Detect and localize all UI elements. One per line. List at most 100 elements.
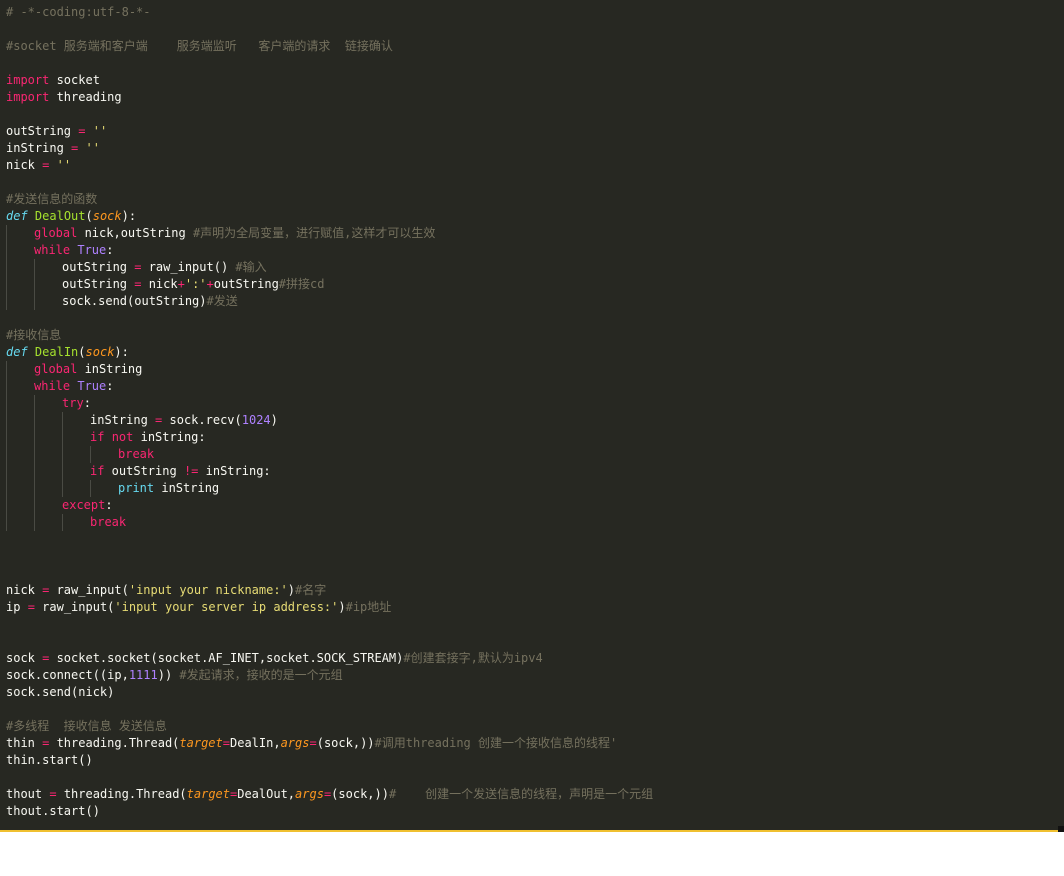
code-token-plain: sock.send(outString) bbox=[62, 294, 207, 308]
code-token-param: target bbox=[186, 787, 230, 801]
code-token-keyword: not bbox=[111, 430, 134, 444]
code-token-plain: nick,outString bbox=[77, 226, 193, 240]
code-token-fname: DealIn bbox=[34, 345, 79, 359]
code-line-content: break bbox=[118, 446, 154, 463]
code-line-content: nick = raw_input('input your nickname:')… bbox=[6, 582, 326, 599]
code-line-content: while True: bbox=[34, 378, 114, 395]
indent-guide bbox=[34, 293, 35, 310]
code-token-plain: raw_input( bbox=[34, 600, 115, 614]
indent-guide bbox=[62, 514, 63, 531]
code-token-plain: inString: bbox=[133, 430, 206, 444]
code-token-plain: inString bbox=[6, 141, 72, 155]
code-line-content: # -*-coding:utf-8-*- bbox=[6, 4, 151, 21]
code-line-content: #多线程 接收信息 发送信息 bbox=[6, 718, 167, 735]
code-token-keyword: break bbox=[118, 447, 155, 461]
blank-area bbox=[0, 832, 1064, 876]
code-token-plain: threading bbox=[49, 90, 122, 104]
code-token-comment: #创建套接字,默认为ipv4 bbox=[403, 651, 543, 665]
indent-guide bbox=[34, 429, 35, 446]
code-token-plain: DealIn, bbox=[230, 736, 281, 750]
code-token-plain: raw_input( bbox=[49, 583, 129, 597]
code-token-operator: = bbox=[49, 787, 57, 801]
code-token-comment: #ip地址 bbox=[345, 600, 392, 614]
code-token-plain: : bbox=[106, 379, 114, 393]
code-token-plain: ( bbox=[85, 209, 93, 223]
code-token-operator: + bbox=[206, 277, 214, 291]
indent-guide bbox=[6, 361, 7, 378]
indent-guide bbox=[90, 480, 91, 497]
code-token-plain: socket.socket(socket.AF_INET,socket.SOCK… bbox=[49, 651, 404, 665]
code-token-keyword: while bbox=[34, 379, 71, 393]
code-token-string: 'input your server ip address:' bbox=[114, 600, 339, 614]
code-token-param: sock bbox=[92, 209, 122, 223]
code-token-comment: #发送 bbox=[206, 294, 238, 308]
code-token-comment: #发起请求，接收的是一个元组 bbox=[179, 668, 343, 682]
code-token-keyword: while bbox=[34, 243, 71, 257]
code-line-content: outString = '' bbox=[6, 123, 107, 140]
code-line-content: sock.connect((ip,1111)) #发起请求，接收的是一个元组 bbox=[6, 667, 343, 684]
code-token-string: ':' bbox=[184, 277, 207, 291]
code-token-plain: thout.start() bbox=[6, 804, 100, 818]
code-token-plain: ( bbox=[78, 345, 86, 359]
code-line-content: #发送信息的函数 bbox=[6, 191, 97, 208]
code-token-string: 'input your nickname:' bbox=[128, 583, 288, 597]
code-token-plain: sock.connect((ip, bbox=[6, 668, 129, 682]
code-token-plain: inString bbox=[154, 481, 220, 495]
code-token-plain: threading.Thread( bbox=[56, 787, 187, 801]
indent-guide bbox=[6, 378, 7, 395]
code-token-plain: threading.Thread( bbox=[49, 736, 180, 750]
code-token-plain: outString bbox=[213, 277, 279, 291]
code-token-plain: raw_input() bbox=[141, 260, 236, 274]
code-line-content: import socket bbox=[6, 72, 100, 89]
code-line-content: inString = sock.recv(1024) bbox=[90, 412, 278, 429]
code-token-comment: #多线程 接收信息 发送信息 bbox=[6, 719, 167, 733]
code-token-plain: nick bbox=[6, 158, 43, 172]
code-editor[interactable]: # -*-coding:utf-8-*- #socket 服务端和客户端 服务端监… bbox=[0, 0, 1064, 830]
indent-guide bbox=[34, 259, 35, 276]
indent-guide bbox=[6, 242, 7, 259]
code-line-content: break bbox=[90, 514, 126, 531]
code-token-plain: inString: bbox=[198, 464, 271, 478]
code-token-plain: nick bbox=[6, 583, 43, 597]
code-token-comment: #输入 bbox=[235, 260, 267, 274]
code-token-keyword: if bbox=[90, 430, 105, 444]
indent-guide bbox=[62, 463, 63, 480]
indent-guide bbox=[6, 446, 7, 463]
code-line-content: sock.send(outString)#发送 bbox=[62, 293, 238, 310]
code-token-keyword: try bbox=[62, 396, 84, 410]
code-token-plain: outString bbox=[6, 124, 79, 138]
indent-guide bbox=[6, 412, 7, 429]
indent-guide bbox=[34, 446, 35, 463]
code-token-defkw: def bbox=[6, 345, 28, 359]
code-token-plain: ip bbox=[6, 600, 28, 614]
code-line-content: print inString bbox=[118, 480, 219, 497]
code-line-content: thout = threading.Thread(target=DealOut,… bbox=[6, 786, 653, 803]
code-token-plain: sock.send(nick) bbox=[6, 685, 115, 699]
code-line-content: thin = threading.Thread(target=DealIn,ar… bbox=[6, 735, 617, 752]
code-token-operator: = bbox=[27, 600, 35, 614]
code-token-plain: sock bbox=[6, 651, 43, 665]
code-token-param: target bbox=[179, 736, 223, 750]
indent-guide bbox=[6, 395, 7, 412]
code-token-plain: )) bbox=[157, 668, 180, 682]
code-line-content: sock = socket.socket(socket.AF_INET,sock… bbox=[6, 650, 543, 667]
code-line-content: while True: bbox=[34, 242, 114, 259]
code-token-operator: = bbox=[309, 736, 317, 750]
indent-guide bbox=[6, 225, 7, 242]
code-token-const: True bbox=[77, 243, 107, 257]
code-token-keyword: global bbox=[34, 226, 78, 240]
indent-guide bbox=[6, 429, 7, 446]
indent-guide bbox=[62, 480, 63, 497]
code-token-keyword: import bbox=[6, 90, 50, 104]
code-line-content: def DealIn(sock): bbox=[6, 344, 129, 361]
indent-guide bbox=[62, 429, 63, 446]
code-token-string: '' bbox=[85, 141, 100, 155]
code-token-comment: #发送信息的函数 bbox=[6, 192, 98, 206]
code-token-plain: outString bbox=[62, 260, 135, 274]
code-token-plain: thin.start() bbox=[6, 753, 93, 767]
code-line-content: if outString != inString: bbox=[90, 463, 271, 480]
code-token-plain: outString bbox=[62, 277, 135, 291]
